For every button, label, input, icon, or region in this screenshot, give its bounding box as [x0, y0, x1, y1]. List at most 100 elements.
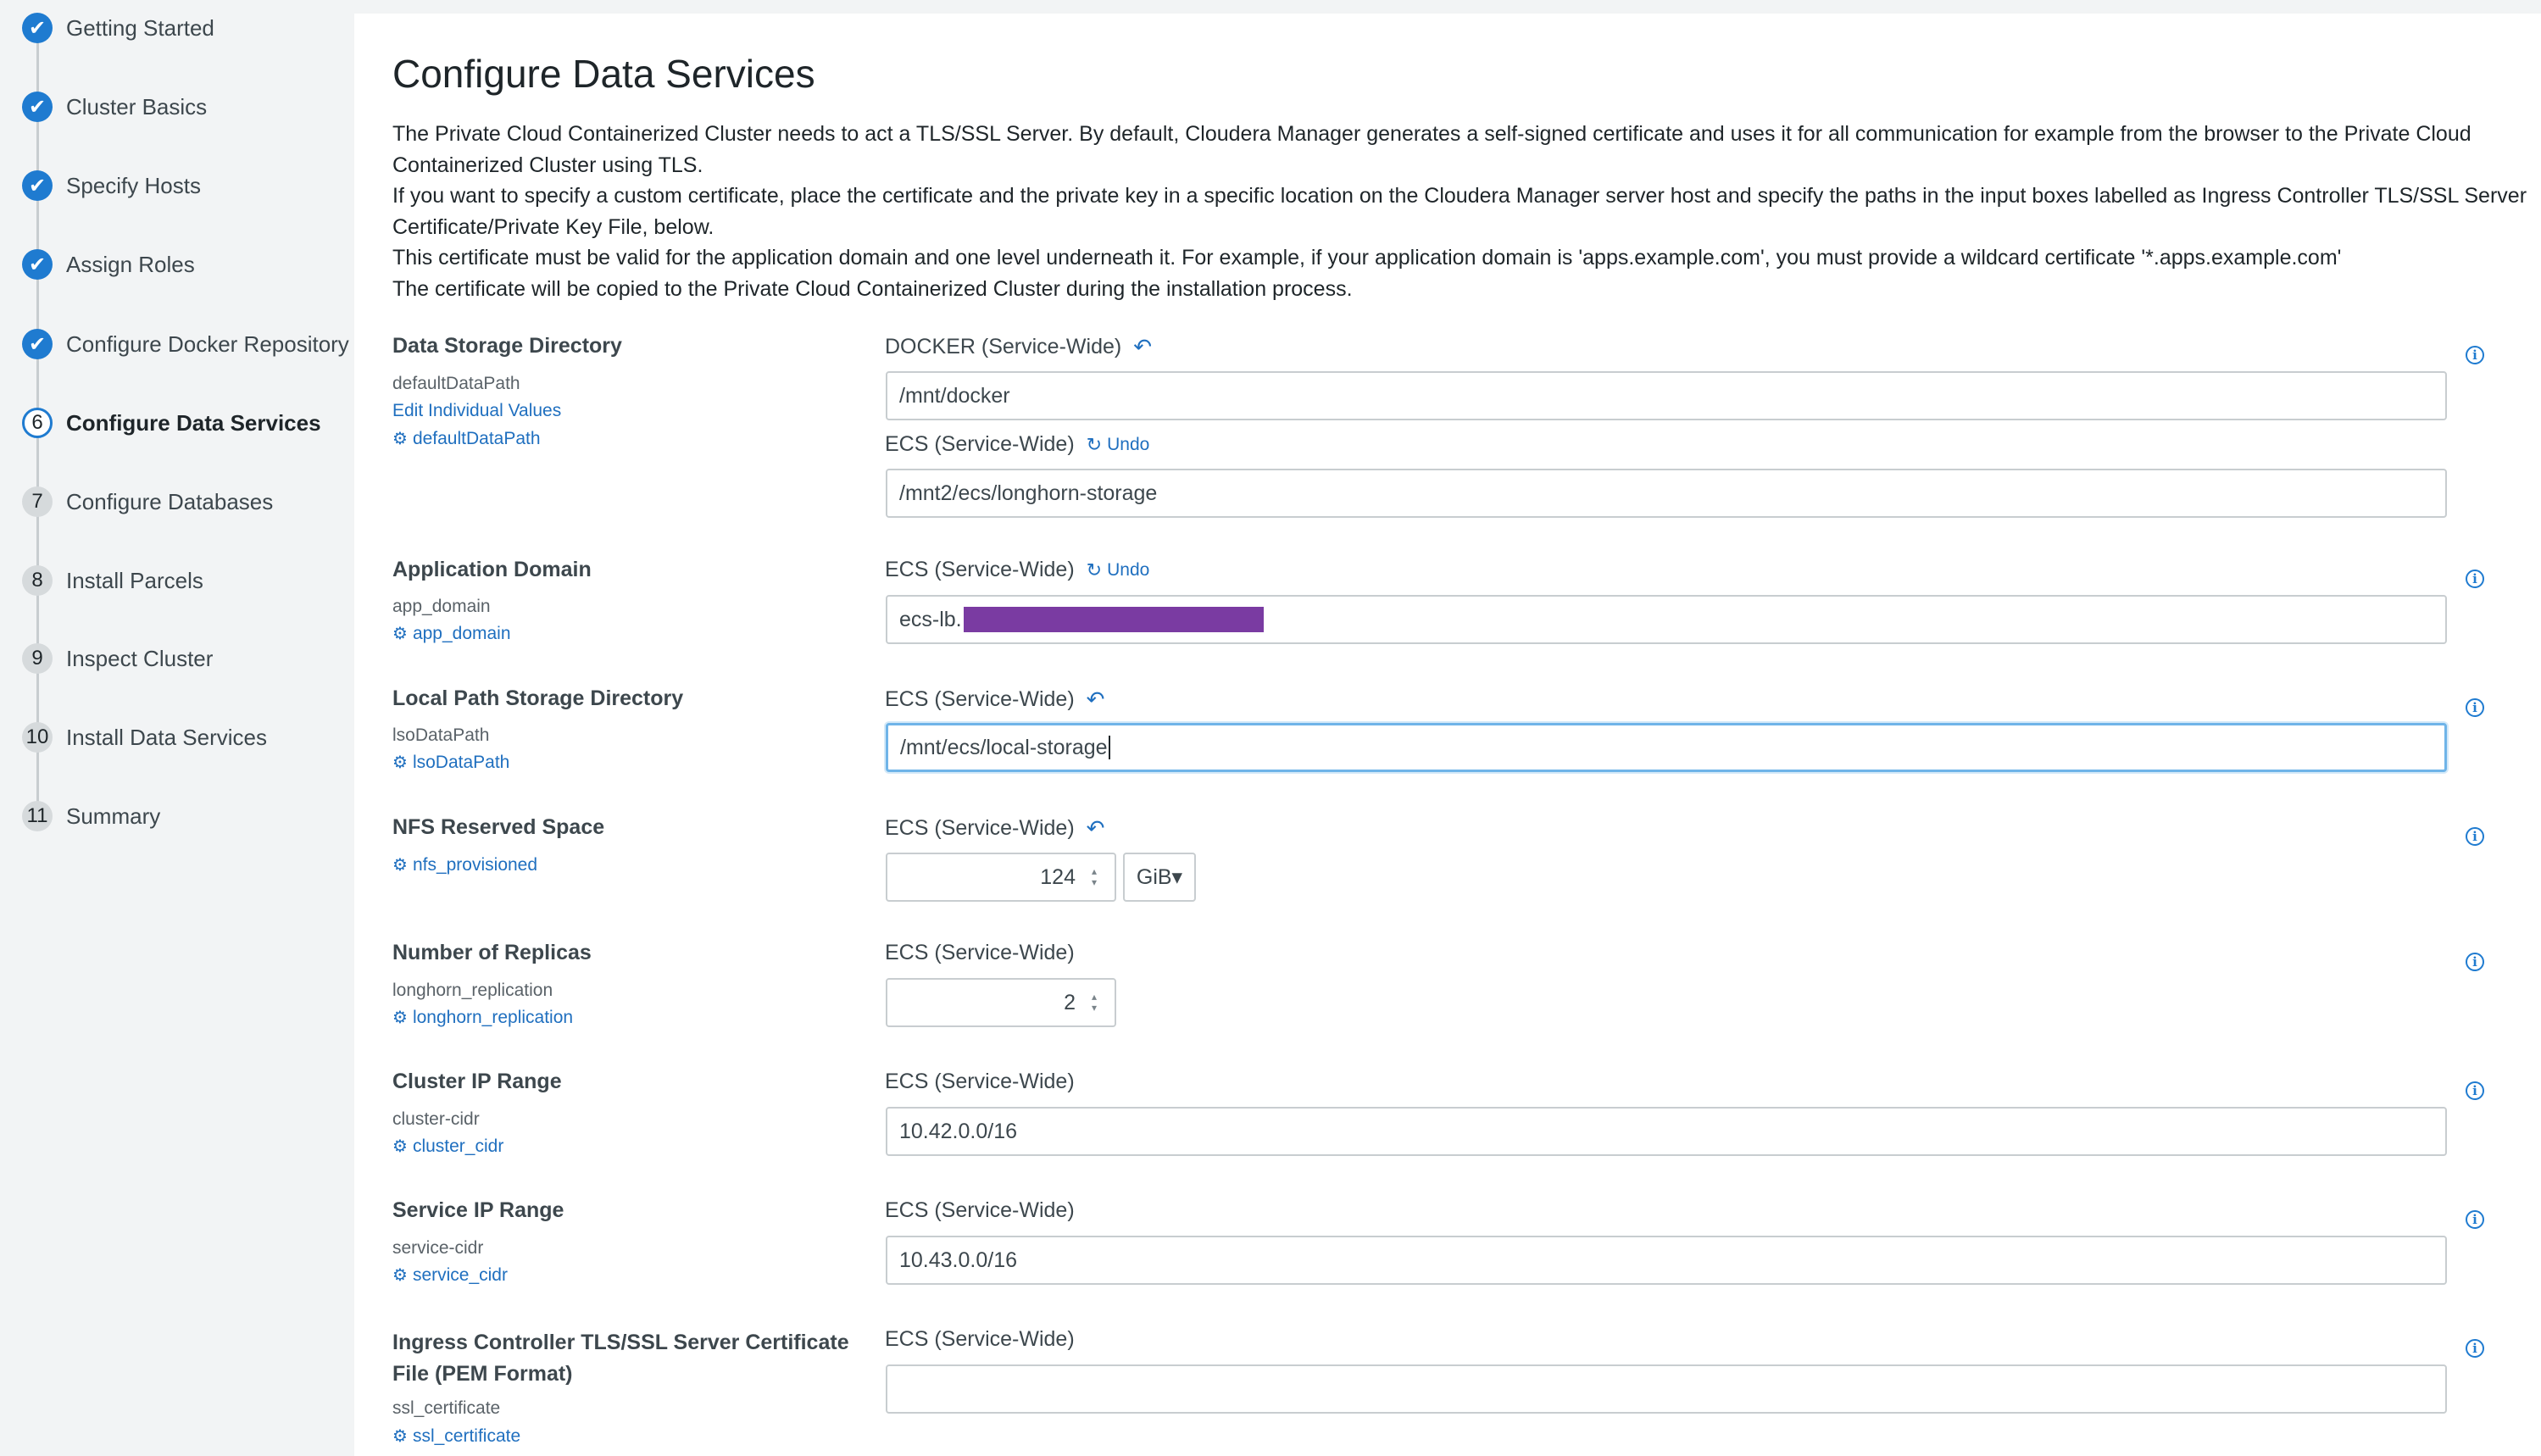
- gear-icon: ⚙: [392, 625, 408, 643]
- local-path-config-link[interactable]: ⚙ lsoDataPath: [392, 752, 509, 773]
- gear-icon: ⚙: [392, 1266, 408, 1285]
- info-icon[interactable]: i: [2466, 1210, 2484, 1229]
- step-getting-started[interactable]: ✔ Getting Started: [22, 11, 214, 45]
- scope-text: ECS (Service-Wide): [885, 1327, 1075, 1351]
- scope-label: ECS (Service-Wide) ↶: [885, 815, 1104, 842]
- step-label: Configure Databases: [66, 488, 274, 514]
- docker-data-path-input[interactable]: /mnt/docker: [886, 371, 2447, 420]
- info-icon[interactable]: i: [2466, 698, 2484, 717]
- step-label: Specify Hosts: [66, 172, 201, 198]
- check-icon: ✔: [22, 170, 53, 201]
- revert-icon[interactable]: ↶: [1087, 686, 1105, 713]
- revert-icon[interactable]: ↶: [1133, 334, 1152, 360]
- intro-paragraph: If you want to specify a custom certific…: [392, 184, 2527, 239]
- check-icon: ✔: [22, 329, 53, 359]
- ecs-data-path-input[interactable]: /mnt2/ecs/longhorn-storage: [886, 469, 2447, 518]
- info-icon[interactable]: i: [2466, 1081, 2484, 1100]
- step-number-badge: 8: [22, 565, 53, 596]
- intro-paragraph: The certificate will be copied to the Pr…: [392, 276, 1353, 301]
- service-ip-input[interactable]: 10.43.0.0/16: [886, 1236, 2447, 1285]
- info-icon[interactable]: i: [2466, 346, 2484, 364]
- local-path-value: /mnt/ecs/local-storage: [900, 735, 1108, 759]
- step-configure-docker-repository[interactable]: ✔ Configure Docker Repository: [22, 327, 349, 361]
- scope-text: ECS (Service-Wide): [885, 558, 1075, 581]
- replicas-value: 2: [1064, 990, 1076, 1014]
- page-title: Configure Data Services: [392, 52, 815, 96]
- nfs-config-link[interactable]: ⚙ nfs_provisioned: [392, 854, 537, 875]
- cluster-ip-input[interactable]: 10.42.0.0/16: [886, 1107, 2447, 1156]
- step-number-badge: 6: [22, 408, 53, 438]
- config-link-label: nfs_provisioned: [412, 854, 538, 875]
- local-path-key: lsoDataPath: [392, 725, 490, 745]
- replicas-stepper[interactable]: 2 ▴ ▾: [886, 978, 1116, 1027]
- intro-paragraph: This certificate must be valid for the a…: [392, 246, 2342, 270]
- check-icon: ✔: [22, 92, 53, 122]
- app-domain-value: ecs-lb.: [899, 607, 962, 631]
- spinner-arrows[interactable]: ▴ ▾: [1086, 864, 1103, 890]
- step-label: Configure Docker Repository: [66, 331, 349, 357]
- data-storage-config-link[interactable]: ⚙ defaultDataPath: [392, 428, 541, 449]
- step-install-parcels[interactable]: 8 Install Parcels: [22, 564, 203, 597]
- scope-text: DOCKER (Service-Wide): [885, 335, 1122, 358]
- app-domain-input[interactable]: ecs-lb.: [886, 595, 2447, 644]
- step-specify-hosts[interactable]: ✔ Specify Hosts: [22, 169, 201, 203]
- unit-select[interactable]: GiB▾: [1123, 853, 1196, 902]
- info-icon[interactable]: i: [2466, 827, 2484, 846]
- config-link-label: service_cidr: [412, 1264, 508, 1285]
- info-icon[interactable]: i: [2466, 570, 2484, 588]
- scope-label: ECS (Service-Wide) ↻ Undo: [885, 558, 1149, 582]
- ssl-cert-key: ssl_certificate: [392, 1398, 501, 1418]
- step-label: Assign Roles: [66, 251, 195, 277]
- scope-text: ECS (Service-Wide): [885, 432, 1075, 456]
- spinner-arrows[interactable]: ▴ ▾: [1086, 990, 1103, 1015]
- scope-text: ECS (Service-Wide): [885, 687, 1075, 711]
- info-icon[interactable]: i: [2466, 953, 2484, 971]
- step-configure-databases[interactable]: 7 Configure Databases: [22, 485, 273, 519]
- info-icon[interactable]: i: [2466, 1339, 2484, 1358]
- step-label: Getting Started: [66, 14, 214, 41]
- step-assign-roles[interactable]: ✔ Assign Roles: [22, 247, 195, 281]
- ssl-cert-title-line: File (PEM Format): [392, 1362, 573, 1386]
- check-icon: ✔: [22, 13, 53, 43]
- check-icon: ✔: [22, 249, 53, 280]
- nfs-space-stepper[interactable]: 124 ▴ ▾: [886, 853, 1116, 902]
- service-ip-config-link[interactable]: ⚙ service_cidr: [392, 1264, 508, 1286]
- gear-icon: ⚙: [392, 856, 408, 875]
- undo-button[interactable]: ↻ Undo: [1087, 434, 1150, 456]
- local-path-title: Local Path Storage Directory: [392, 686, 684, 710]
- step-label: Inspect Cluster: [66, 645, 214, 671]
- local-path-input[interactable]: /mnt/ecs/local-storage: [886, 723, 2447, 772]
- gear-icon: ⚙: [392, 753, 408, 772]
- edit-individual-values-link[interactable]: Edit Individual Values: [392, 401, 561, 421]
- step-number-badge: 9: [22, 643, 53, 674]
- replicas-config-link[interactable]: ⚙ longhorn_replication: [392, 1007, 573, 1028]
- step-number-badge: 7: [22, 486, 53, 517]
- config-link-label: longhorn_replication: [412, 1007, 574, 1027]
- revert-icon[interactable]: ↶: [1087, 815, 1105, 842]
- app-domain-config-link[interactable]: ⚙ app_domain: [392, 623, 511, 644]
- undo-button[interactable]: ↻ Undo: [1087, 559, 1150, 581]
- scope-text: ECS (Service-Wide): [885, 1198, 1075, 1222]
- scope-label: ECS (Service-Wide) ↶: [885, 686, 1104, 713]
- ssl-cert-config-link[interactable]: ⚙ ssl_certificate: [392, 1425, 520, 1447]
- step-inspect-cluster[interactable]: 9 Inspect Cluster: [22, 642, 213, 675]
- gear-icon: ⚙: [392, 1427, 408, 1446]
- step-configure-data-services[interactable]: 6 Configure Data Services: [22, 406, 321, 440]
- scope-label: ECS (Service-Wide): [885, 1327, 1075, 1352]
- step-cluster-basics[interactable]: ✔ Cluster Basics: [22, 90, 207, 124]
- step-number-badge: 11: [22, 801, 53, 831]
- ssl-cert-input[interactable]: [886, 1364, 2447, 1414]
- replicas-title: Number of Replicas: [392, 941, 592, 964]
- step-label: Install Data Services: [66, 724, 267, 750]
- ssl-cert-title: Ingress Controller TLS/SSL Server Certif…: [392, 1327, 849, 1390]
- nfs-space-value: 124: [1040, 864, 1076, 889]
- intro-description: The Private Cloud Containerized Cluster …: [392, 119, 2528, 304]
- scope-text: ECS (Service-Wide): [885, 941, 1075, 964]
- step-install-data-services[interactable]: 10 Install Data Services: [22, 720, 267, 754]
- scope-text: ECS (Service-Wide): [885, 816, 1075, 840]
- cluster-ip-config-link[interactable]: ⚙ cluster_cidr: [392, 1136, 503, 1157]
- config-link-label: lsoDataPath: [412, 752, 510, 772]
- nfs-title: NFS Reserved Space: [392, 815, 605, 839]
- step-label: Install Parcels: [66, 567, 203, 593]
- step-summary[interactable]: 11 Summary: [22, 799, 160, 833]
